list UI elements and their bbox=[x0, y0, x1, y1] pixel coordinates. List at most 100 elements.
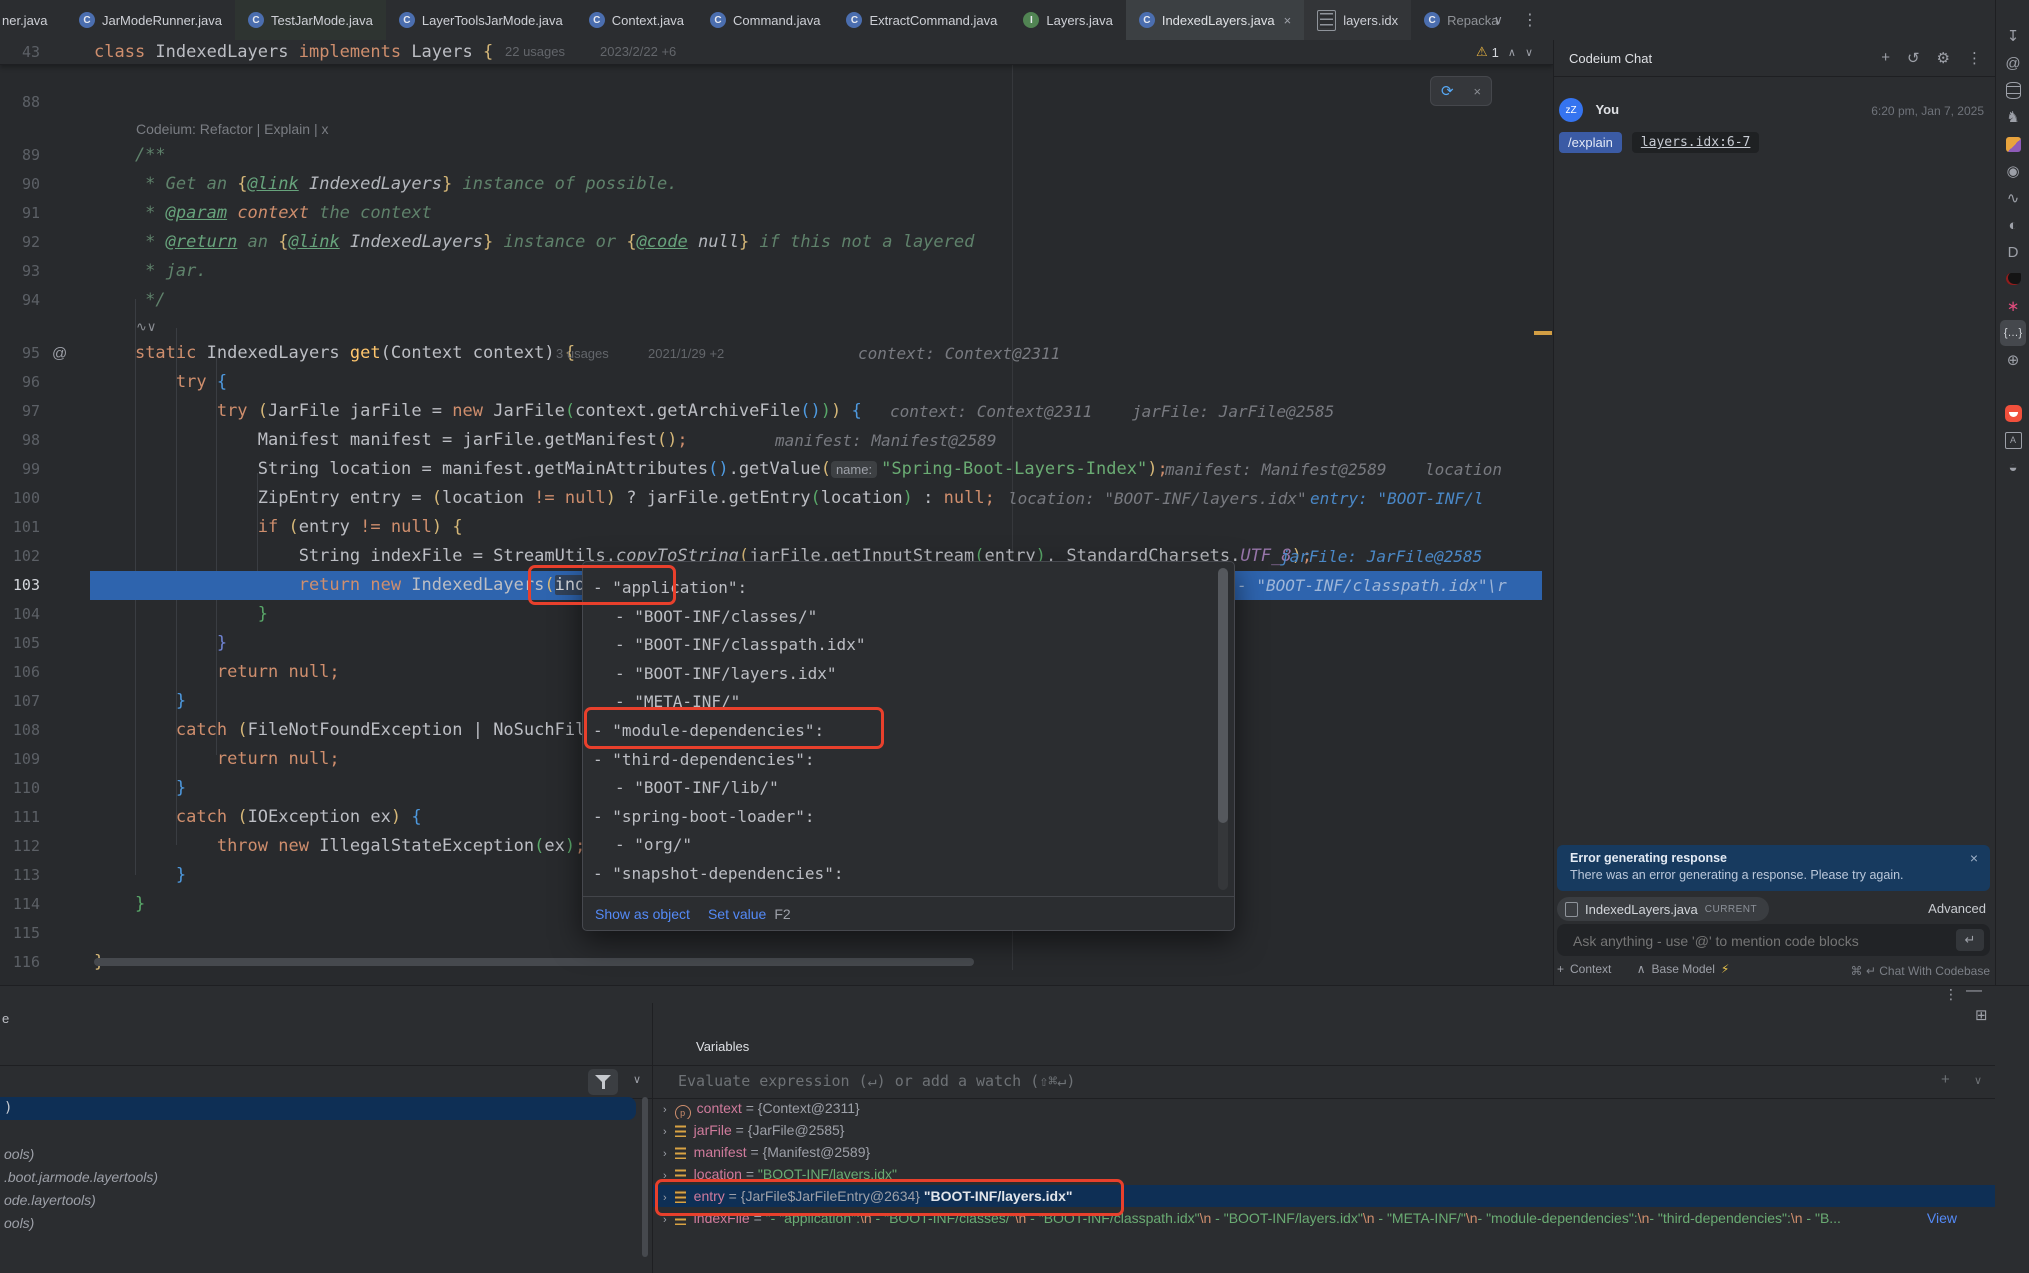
variable-row-jarFile[interactable]: ›jarFile = {JarFile@2585} bbox=[653, 1119, 1995, 1141]
popup-row[interactable]: - "BOOT-INF/classes/" bbox=[593, 603, 1208, 631]
chat-with-codebase-shortcut[interactable]: ⌘ ↵ Chat With Codebase bbox=[1851, 964, 1990, 978]
code-line-97[interactable]: 97 try (JarFile jarFile = new JarFile(co… bbox=[0, 397, 1553, 426]
shuriken-icon[interactable]: ∗ bbox=[2000, 293, 2026, 319]
context-file-pill[interactable]: IndexedLayers.java CURRENT bbox=[1557, 897, 1769, 921]
explain-command-chip[interactable]: /explain bbox=[1559, 132, 1622, 153]
braces-icon[interactable]: {…} bbox=[2000, 320, 2026, 346]
variable-row-manifest[interactable]: ›manifest = {Manifest@2589} bbox=[653, 1141, 1995, 1163]
download-icon[interactable]: ↧ bbox=[2000, 23, 2026, 49]
code-line-91[interactable]: 91 * @param context the context bbox=[0, 199, 1553, 228]
coverage-icon[interactable]: ◐ bbox=[2000, 212, 2026, 238]
minimize-icon[interactable]: — bbox=[1966, 982, 1982, 1000]
history-icon[interactable]: ↺ bbox=[1907, 49, 1920, 67]
globe-icon[interactable]: ⊕ bbox=[2000, 347, 2026, 373]
expand-chevron-icon[interactable]: › bbox=[663, 1170, 667, 1182]
gear-icon[interactable]: ⚙ bbox=[1937, 49, 1950, 67]
prev-warning-chevron-icon[interactable]: ∧ bbox=[1508, 46, 1516, 59]
tab-list-chevron-icon[interactable]: ∨ bbox=[1494, 0, 1503, 40]
new-chat-icon[interactable]: + bbox=[1881, 49, 1890, 67]
ai-refresh-icon[interactable]: ⟳ bbox=[1441, 82, 1454, 100]
tab-options-kebab-icon[interactable]: ⋮ bbox=[1522, 0, 1538, 40]
bird-icon[interactable] bbox=[2000, 266, 2026, 292]
code-line-99[interactable]: 99 String location = manifest.getMainAtt… bbox=[0, 455, 1553, 484]
code-line-100[interactable]: 100 ZipEntry entry = (location != null) … bbox=[0, 484, 1553, 513]
expand-chevron-icon[interactable]: › bbox=[663, 1192, 667, 1204]
popup-row[interactable]: - "application": bbox=[593, 574, 1208, 602]
variable-row-context[interactable]: ›pcontext = {Context@2311} bbox=[653, 1097, 1995, 1119]
tab-context-java[interactable]: CContext.java bbox=[576, 0, 697, 40]
variable-row-location[interactable]: ›location = "BOOT-INF/layers.idx" bbox=[653, 1163, 1995, 1185]
tab-layertoolsjarmode-java[interactable]: CLayerToolsJarMode.java bbox=[386, 0, 576, 40]
tab-ner-java[interactable]: ner.java bbox=[0, 0, 66, 40]
advanced-link[interactable]: Advanced bbox=[1928, 901, 1986, 916]
popup-row[interactable]: - "module-dependencies": bbox=[593, 717, 1208, 745]
add-context-button[interactable]: +Context bbox=[1557, 962, 1611, 976]
code-line-89[interactable]: 89 /** bbox=[0, 141, 1553, 170]
code-reference-chip[interactable]: layers.idx:6-7 bbox=[1632, 132, 1760, 153]
codeium-icon[interactable]: ∿ bbox=[2000, 185, 2026, 211]
filter-icon[interactable] bbox=[588, 1069, 618, 1095]
code-line-93[interactable]: 93 * jar. bbox=[0, 257, 1553, 286]
popup-row[interactable]: - "BOOT-INF/lib/" bbox=[593, 774, 1208, 802]
tab-extractcommand-java[interactable]: CExtractCommand.java bbox=[833, 0, 1010, 40]
variable-row-entry[interactable]: ›entry = {JarFile$JarFileEntry@2634} "BO… bbox=[653, 1185, 1995, 1207]
popup-row[interactable]: - "snapshot-dependencies": bbox=[593, 860, 1208, 888]
expand-chevron-icon[interactable]: › bbox=[663, 1214, 667, 1226]
layout-settings-icon[interactable]: ⊞ bbox=[1975, 1006, 1988, 1024]
popup-row[interactable]: - "META-INF/" bbox=[593, 688, 1208, 716]
code-line-95[interactable]: 95@ static IndexedLayers get(Context con… bbox=[0, 339, 1553, 368]
database-icon[interactable] bbox=[2000, 77, 2026, 103]
expand-chevron-icon[interactable]: › bbox=[663, 1104, 667, 1116]
popup-row[interactable]: - "BOOT-INF/layers.idx" bbox=[593, 660, 1208, 688]
half-icon[interactable]: ◒ bbox=[2000, 454, 2026, 480]
popup-row[interactable]: - "third-dependencies": bbox=[593, 746, 1208, 774]
close-icon[interactable]: × bbox=[1473, 84, 1481, 99]
variables-tab[interactable]: Variables bbox=[696, 1039, 749, 1054]
evaluate-expression-field[interactable]: Evaluate expression (↵) or add a watch (… bbox=[678, 1072, 1075, 1090]
dictionary-icon[interactable]: A bbox=[2000, 427, 2026, 453]
d-letter-icon[interactable]: D bbox=[2000, 239, 2026, 265]
tab-testjarmode-java[interactable]: CTestJarMode.java bbox=[235, 0, 386, 40]
more-kebab-icon[interactable]: ⋮ bbox=[1967, 49, 1982, 67]
frame-row-selected[interactable]: ) bbox=[0, 1097, 636, 1120]
model-selector[interactable]: ∧Base Model⚡ bbox=[1637, 962, 1730, 976]
warning-stripe-mark[interactable] bbox=[1534, 331, 1552, 335]
warning-icon[interactable]: ⚠ bbox=[1476, 44, 1488, 60]
add-watch-icon[interactable]: + bbox=[1941, 1071, 1950, 1088]
variable-row-indexFile[interactable]: ›indexFile = "- "application":\n - "BOOT… bbox=[653, 1207, 1995, 1229]
frames-scrollbar[interactable] bbox=[642, 1097, 648, 1257]
codeium-inline-icon[interactable]: ∿∨ bbox=[136, 315, 156, 339]
watches-chevron-icon[interactable]: ∨ bbox=[1974, 1074, 1982, 1087]
frame-row[interactable]: ode.layertools) bbox=[0, 1189, 636, 1212]
tab-layers-java[interactable]: ILayers.java bbox=[1010, 0, 1125, 40]
chat-input-box[interactable]: ↵ bbox=[1557, 924, 1990, 956]
app-icon[interactable] bbox=[2000, 400, 2026, 426]
popup-row[interactable]: - "spring-boot-loader": bbox=[593, 803, 1208, 831]
inlay-row-ai[interactable]: ∿∨ bbox=[0, 315, 1553, 339]
tab-layers-idx[interactable]: layers.idx bbox=[1304, 0, 1411, 40]
code-line-98[interactable]: 98 Manifest manifest = jarFile.getManife… bbox=[0, 426, 1553, 455]
inlay-row-actions[interactable]: Codeium: Refactor | Explain | x bbox=[0, 117, 1553, 141]
next-warning-chevron-icon[interactable]: ∨ bbox=[1525, 46, 1533, 59]
frames-chevron-icon[interactable]: ∨ bbox=[633, 1073, 641, 1086]
close-icon[interactable]: × bbox=[1284, 13, 1292, 28]
panel-kebab-icon[interactable]: ⋮ bbox=[1944, 986, 1958, 1003]
package-icon[interactable] bbox=[2000, 131, 2026, 157]
frame-row[interactable]: ools) bbox=[0, 1212, 636, 1235]
spring-icon[interactable]: @ bbox=[2000, 50, 2026, 76]
code-line-96[interactable]: 96 try { bbox=[0, 368, 1553, 397]
send-enter-icon[interactable]: ↵ bbox=[1956, 929, 1984, 951]
chat-input[interactable] bbox=[1571, 924, 1915, 958]
frame-row[interactable]: ools) bbox=[0, 1143, 636, 1166]
horizontal-scrollbar[interactable] bbox=[94, 958, 974, 966]
code-editor[interactable]: 88Codeium: Refactor | Explain | x89 /**9… bbox=[0, 40, 1553, 985]
view-link[interactable]: View bbox=[1927, 1207, 1957, 1229]
tab-indexedlayers-java[interactable]: CIndexedLayers.java× bbox=[1126, 0, 1304, 40]
ai-floating-toolbar[interactable]: ⟳ × bbox=[1430, 76, 1492, 106]
tab-command-java[interactable]: CCommand.java bbox=[697, 0, 833, 40]
set-value-link[interactable]: Set value bbox=[708, 906, 766, 922]
expand-chevron-icon[interactable]: › bbox=[663, 1126, 667, 1138]
wheel-icon[interactable]: ◉ bbox=[2000, 158, 2026, 184]
popup-scrollbar[interactable] bbox=[1218, 568, 1228, 890]
code-line-90[interactable]: 90 * Get an {@link IndexedLayers} instan… bbox=[0, 170, 1553, 199]
